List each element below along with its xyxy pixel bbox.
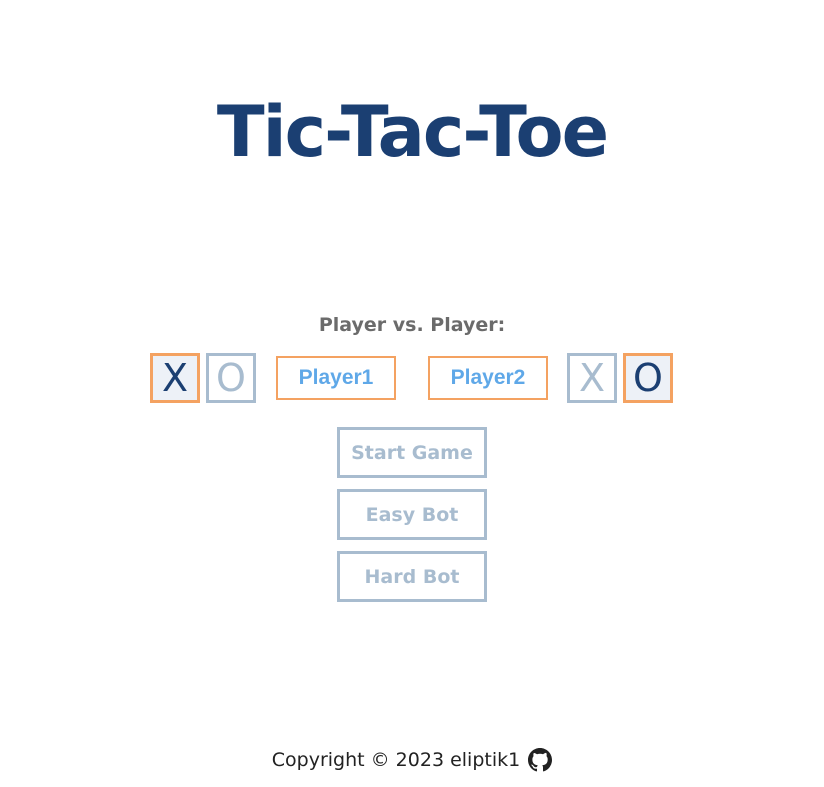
github-link[interactable]	[528, 748, 553, 772]
player2-mark-x-button[interactable]: X	[567, 353, 617, 403]
player2-name-input[interactable]	[428, 356, 548, 400]
player1-mark-o-button[interactable]: O	[206, 353, 256, 403]
footer: Copyright © 2023 eliptik1	[0, 746, 824, 774]
easy-bot-button[interactable]: Easy Bot	[337, 489, 487, 540]
start-game-button[interactable]: Start Game	[337, 427, 487, 478]
hard-bot-button[interactable]: Hard Bot	[337, 551, 487, 602]
page-title: Tic-Tac-Toe	[216, 91, 609, 173]
player1-name-input[interactable]	[276, 356, 396, 400]
github-icon	[528, 748, 553, 772]
player2-mark-o-button[interactable]: O	[623, 353, 673, 403]
player1-mark-x-button[interactable]: X	[150, 353, 200, 403]
game-mode-label: Player vs. Player:	[318, 314, 506, 336]
copyright-text: Copyright © 2023 eliptik1	[271, 749, 521, 771]
